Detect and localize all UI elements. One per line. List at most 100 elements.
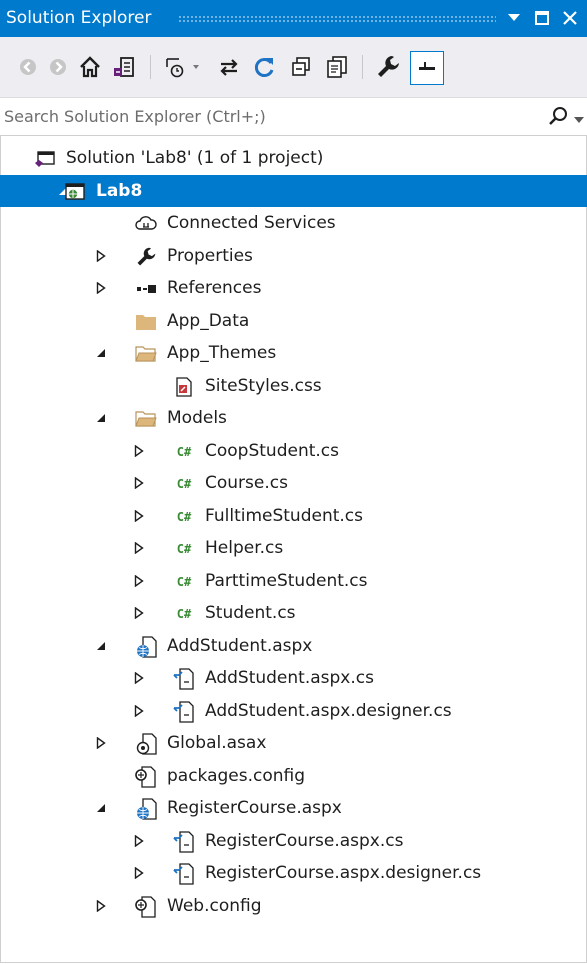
toolbar-separator <box>362 55 363 79</box>
search-icon[interactable] <box>548 106 570 132</box>
csharp-icon: C# <box>176 509 192 524</box>
preview-icon[interactable] <box>410 51 444 85</box>
collapsed-chevron-icon[interactable] <box>131 500 147 532</box>
solution-tree: Solution 'Lab8' (1 of 1 project) Lab8 Conn… <box>0 142 587 922</box>
tree-item-label: Lab8 <box>96 180 143 201</box>
tree-item[interactable]: RegisterCourse.aspx.designer.cs <box>0 857 587 890</box>
folder-open-icon <box>135 343 157 365</box>
tree-item[interactable]: Connected Services <box>0 207 587 240</box>
collapsed-chevron-icon[interactable] <box>93 240 109 272</box>
connected-services-icon <box>135 213 157 235</box>
refresh-icon[interactable] <box>250 51 280 83</box>
tree-item[interactable]: C# Student.cs <box>0 597 587 630</box>
collapsed-chevron-icon[interactable] <box>93 727 109 759</box>
tree-item[interactable]: C# CoopStudent.cs <box>0 435 587 468</box>
tree-item-label: Student.cs <box>205 603 296 623</box>
tree-item-label: References <box>167 278 262 298</box>
tree-item[interactable]: AddStudent.aspx.cs <box>0 662 587 695</box>
collapsed-chevron-icon[interactable] <box>131 532 147 564</box>
show-all-files-icon[interactable] <box>322 51 352 83</box>
search-options-icon[interactable] <box>574 110 584 129</box>
tree-item[interactable]: C# FulltimeStudent.cs <box>0 500 587 533</box>
close-icon[interactable] <box>561 8 579 28</box>
tree-item[interactable]: App_Data <box>0 305 587 338</box>
tree-item-label: Solution 'Lab8' (1 of 1 project) <box>66 148 324 168</box>
switch-views-icon[interactable] <box>110 51 138 83</box>
tree-item-label: CoopStudent.cs <box>205 440 339 461</box>
collapsed-chevron-icon[interactable] <box>131 695 147 727</box>
wrench-icon <box>135 246 157 268</box>
expanded-chevron-icon[interactable] <box>93 630 109 662</box>
tree-item[interactable]: C# ParttimeStudent.cs <box>0 565 587 598</box>
tree-item[interactable]: packages.config <box>0 760 587 793</box>
tree-item[interactable]: RegisterCourse.aspx <box>0 792 587 825</box>
collapsed-chevron-icon[interactable] <box>93 272 109 304</box>
dropdown-icon[interactable] <box>505 8 523 28</box>
toolbar <box>0 37 587 98</box>
tree-item[interactable]: AddStudent.aspx.designer.cs <box>0 695 587 728</box>
folder-open-icon <box>135 408 157 430</box>
collapsed-chevron-icon[interactable] <box>131 662 147 694</box>
tree-item-label: AddStudent.aspx <box>167 635 313 656</box>
csharp-icon: C# <box>176 542 192 556</box>
tree-item[interactable]: Properties <box>0 240 587 273</box>
search-input[interactable] <box>4 104 534 128</box>
references-icon <box>135 278 157 300</box>
tree-item-label: App_Data <box>167 310 250 331</box>
forward-icon[interactable] <box>46 51 70 83</box>
tree-item-label: FulltimeStudent.cs <box>205 505 364 526</box>
home-icon[interactable] <box>76 51 104 83</box>
tree-item[interactable]: RegisterCourse.aspx.cs <box>0 825 587 858</box>
collapsed-chevron-icon[interactable] <box>93 890 109 922</box>
collapsed-chevron-icon[interactable] <box>131 565 147 597</box>
web-project-icon <box>64 181 86 203</box>
tree-item[interactable]: AddStudent.aspx <box>0 630 587 663</box>
code-file-icon <box>173 700 195 723</box>
tree-item-label: RegisterCourse.aspx.cs <box>205 830 404 851</box>
tree-item[interactable]: Global.asax <box>0 727 587 760</box>
expanded-chevron-icon[interactable] <box>93 402 109 434</box>
title-bar[interactable]: Solution Explorer <box>0 0 587 37</box>
config-file-icon <box>135 765 157 788</box>
tree-item-label: RegisterCourse.aspx.designer.cs <box>205 863 482 883</box>
global-asax-icon <box>135 733 157 755</box>
collapsed-chevron-icon[interactable] <box>131 467 147 499</box>
csharp-icon: C# <box>176 477 192 491</box>
drag-grip[interactable] <box>178 15 496 22</box>
expanded-chevron-icon[interactable] <box>93 337 109 369</box>
collapsed-chevron-icon[interactable] <box>131 825 147 857</box>
collapsed-chevron-icon[interactable] <box>131 857 147 889</box>
toolbar-separator <box>150 55 151 79</box>
aspx-icon <box>135 798 157 820</box>
tree-item-label: packages.config <box>167 765 306 786</box>
collapse-all-icon[interactable] <box>286 51 316 83</box>
back-icon[interactable] <box>16 51 40 83</box>
expanded-chevron-icon[interactable] <box>93 792 109 824</box>
folder-icon <box>135 311 157 333</box>
tree-item-label: RegisterCourse.aspx <box>167 798 342 818</box>
tree-item[interactable]: Web.config <box>0 890 587 923</box>
tree-item[interactable]: Models <box>0 402 587 435</box>
csharp-icon: C# <box>176 574 192 589</box>
tree-item[interactable]: Lab8 <box>0 174 587 207</box>
solution-icon <box>34 148 56 170</box>
csharp-icon: C# <box>176 607 192 621</box>
collapsed-chevron-icon[interactable] <box>131 597 147 629</box>
sync-icon[interactable] <box>214 51 244 83</box>
tree-item[interactable]: App_Themes <box>0 337 587 370</box>
tree-item[interactable]: References <box>0 272 587 305</box>
collapsed-chevron-icon[interactable] <box>131 435 147 467</box>
tree-item-label: Course.cs <box>205 473 288 493</box>
code-file-icon <box>173 863 195 885</box>
tree-item[interactable]: Solution 'Lab8' (1 of 1 project) <box>0 142 587 175</box>
search-box[interactable] <box>0 98 587 136</box>
properties-icon[interactable] <box>372 51 404 83</box>
tree-item-label: Web.config <box>167 895 262 916</box>
tree-item-label: Connected Services <box>167 213 336 233</box>
tree-item[interactable]: C# Course.cs <box>0 467 587 500</box>
tree-item-label: AddStudent.aspx.designer.cs <box>205 700 452 721</box>
tree-item[interactable]: SiteStyles.css <box>0 370 587 403</box>
pending-changes-icon[interactable] <box>160 51 208 83</box>
maximize-icon[interactable] <box>533 8 551 28</box>
tree-item[interactable]: C# Helper.cs <box>0 532 587 565</box>
